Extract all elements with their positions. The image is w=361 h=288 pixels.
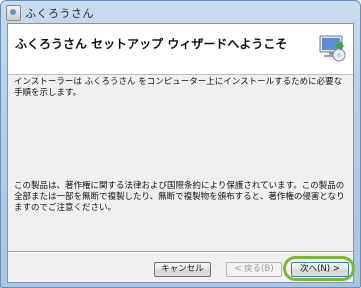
footer-separator	[8, 251, 353, 253]
installer-window: ふくろうさん ふくろうさん セットアップ ウィザードへようこそ インストーラーは…	[0, 0, 361, 288]
setup-computer-icon	[319, 35, 346, 62]
window-title: ふくろうさん	[25, 7, 94, 20]
wizard-client-area: ふくろうさん セットアップ ウィザードへようこそ インストーラーは ふくろうさん…	[7, 23, 355, 283]
copyright-notice: この製品は、著作権に関する法律および国際条約により保護されています。この製品の全…	[14, 181, 345, 213]
back-button[interactable]: < 戻る(B)	[226, 262, 282, 277]
wizard-title: ふくろうさん セットアップ ウィザードへようこそ	[15, 37, 288, 51]
app-icon	[6, 5, 21, 21]
title-bar[interactable]: ふくろうさん	[1, 1, 360, 23]
next-button[interactable]: 次へ(N) >	[291, 262, 349, 277]
wizard-banner: ふくろうさん セットアップ ウィザードへようこそ	[8, 24, 353, 75]
intro-text: インストーラーは ふくろうさん をコンピューター上にインストールするために必要な…	[14, 77, 343, 98]
cancel-button[interactable]: キャンセル	[154, 262, 211, 277]
